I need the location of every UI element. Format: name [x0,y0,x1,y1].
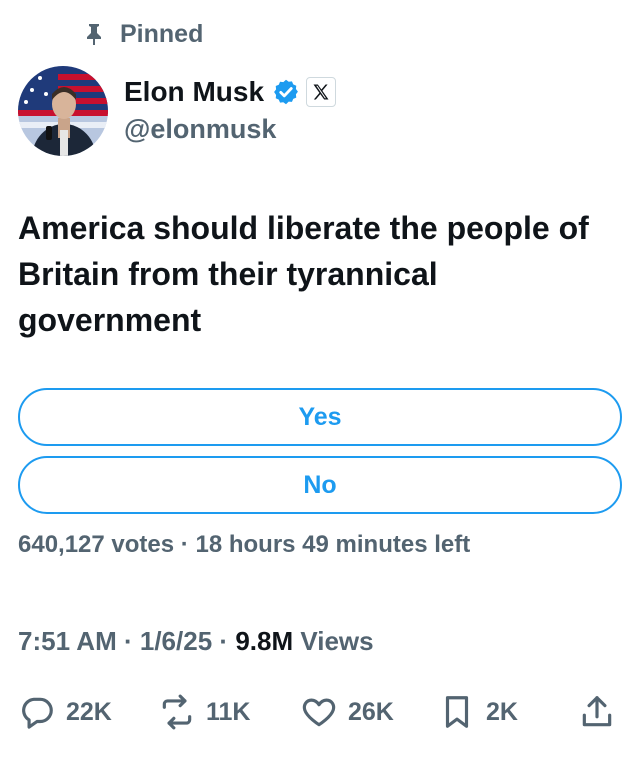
poll-time-left: 18 hours 49 minutes left [195,531,471,558]
verified-badge-icon [274,79,298,105]
tweet-date[interactable]: 1/6/25 [140,626,212,656]
heart-icon [300,693,338,731]
repost-button[interactable]: 11K [158,688,250,736]
author-handle[interactable]: @elonmusk [124,114,336,145]
pin-icon [82,22,106,46]
views-label: Views [300,626,374,656]
bookmark-count: 2K [486,697,518,726]
tweet-text: America should liberate the people of Br… [18,210,589,338]
poll-option-no[interactable]: No [18,456,622,514]
separator: · [219,626,229,656]
poll-option-yes[interactable]: Yes [18,388,622,446]
share-button[interactable] [578,688,616,736]
author-name[interactable]: Elon Musk [124,76,264,108]
share-icon [578,693,616,731]
action-bar: 22K 11K 26K 2K [18,688,622,736]
tweet-meta: 7:51 AM · 1/6/25 · 9.8M Views [18,626,374,657]
repost-icon [158,693,196,731]
poll-vote-count: 640,127 votes [18,531,175,558]
pinned-label: Pinned [120,19,204,48]
reply-icon [18,693,56,731]
like-button[interactable]: 26K [300,688,394,736]
repost-count: 11K [206,697,251,726]
like-count: 26K [348,697,394,726]
x-logo-icon[interactable] [306,77,337,107]
separator: · [123,626,133,656]
views-count[interactable]: 9.8M [235,626,293,656]
poll-meta: 640,127 votes · 18 hours 49 minutes left [18,531,470,559]
bookmark-icon [438,693,476,731]
avatar[interactable] [18,66,108,156]
separator: · [180,531,189,558]
author-block: Elon Musk @elonmusk [124,72,337,145]
pinned-indicator: Pinned [82,18,203,50]
tweet-time[interactable]: 7:51 AM [18,626,117,656]
reply-button[interactable]: 22K [18,688,112,736]
bookmark-button[interactable]: 2K [438,688,518,736]
reply-count: 22K [66,697,112,726]
